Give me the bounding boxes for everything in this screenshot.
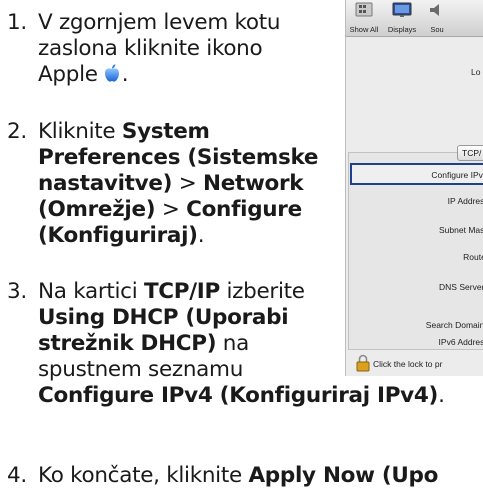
location-label: Lo bbox=[471, 67, 481, 77]
lock-hint: Click the lock to pr bbox=[373, 359, 443, 369]
network-preferences-screenshot: Show All Displays Sou Lo IP Address: Sub… bbox=[345, 0, 483, 376]
step-line: Apple . bbox=[38, 62, 129, 87]
step-text: Ko končate, kliknite Apply Now (Upo bbox=[38, 463, 439, 488]
toolbar-sound[interactable]: Sou bbox=[422, 2, 452, 34]
apple-icon bbox=[104, 64, 119, 82]
lock-row[interactable]: Click the lock to pr bbox=[346, 350, 483, 376]
field-label: Router: bbox=[463, 252, 483, 262]
step-line: (Konfiguriraj). bbox=[38, 223, 205, 248]
step-line: (Omrežje) > Configure bbox=[38, 197, 302, 222]
field-label: DNS Servers: bbox=[439, 282, 483, 292]
sound-icon bbox=[430, 4, 439, 16]
step-number: 2. bbox=[7, 119, 27, 144]
field-label: IP Address: bbox=[447, 196, 483, 206]
preferences-toolbar: Show All Displays Sou bbox=[346, 0, 483, 37]
field-label: Subnet Mask: bbox=[439, 225, 483, 235]
configure-ipv4-highlight: Configure IPv4: bbox=[350, 163, 483, 185]
step-number: 3. bbox=[7, 279, 27, 304]
step-line: Preferences (Sistemske bbox=[38, 145, 319, 170]
step-text: V zgornjem levem kotu zaslona kliknite i… bbox=[38, 10, 281, 88]
step-text: Kliknite System Preferences (Sistemske n… bbox=[38, 119, 319, 249]
step-line: zaslona kliknite ikono bbox=[38, 36, 263, 61]
step-line: Configure IPv4 (Konfiguriraj IPv4). bbox=[38, 383, 445, 408]
lock-icon[interactable] bbox=[356, 354, 370, 372]
toolbar-show-all[interactable]: Show All bbox=[348, 2, 380, 34]
field-label: Search Domains: bbox=[425, 320, 483, 330]
tab-tcpip[interactable]: TCP/ bbox=[457, 145, 483, 161]
display-icon bbox=[392, 2, 412, 17]
step-line: V zgornjem levem kotu bbox=[38, 10, 281, 35]
step-line: Kliknite System bbox=[38, 119, 210, 144]
step-line: nastavitve) > Network bbox=[38, 171, 304, 196]
toolbar-displays[interactable]: Displays bbox=[385, 2, 419, 34]
field-label: IPv6 Address: bbox=[438, 337, 483, 347]
step-number: 4. bbox=[7, 463, 27, 488]
grid-icon bbox=[355, 2, 373, 17]
configure-ipv4-label: Configure IPv4: bbox=[431, 170, 483, 180]
step-number: 1. bbox=[7, 10, 27, 35]
